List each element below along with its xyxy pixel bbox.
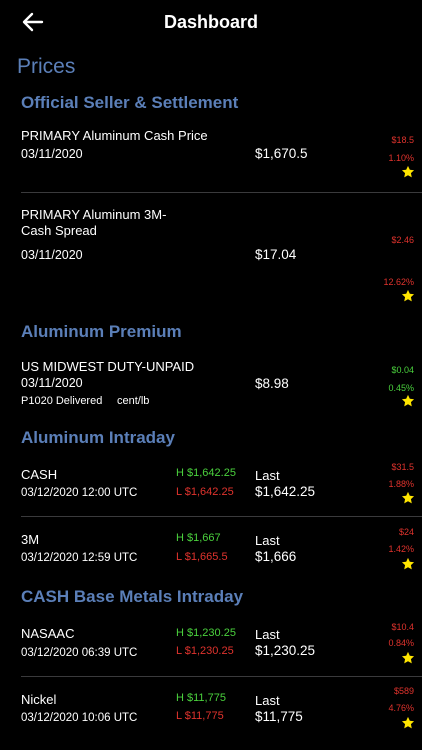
item-date: 03/11/2020 — [21, 376, 83, 390]
item-date: 03/12/2020 12:00 UTC — [21, 487, 138, 499]
last-price: $1,642.25 — [255, 484, 316, 499]
change-value: $31.5 — [391, 462, 414, 472]
price-row[interactable]: PRIMARY Aluminum Cash Price 03/11/2020 $… — [0, 125, 422, 191]
item-name-line2: Cash Spread — [21, 223, 97, 238]
change-percent: 4.76% — [388, 703, 414, 713]
change-value: $18.5 — [391, 135, 414, 145]
item-price: $8.98 — [255, 376, 289, 391]
divider — [21, 516, 422, 517]
last-price: $1,230.25 — [255, 643, 316, 658]
last-label: Last — [255, 627, 280, 642]
prices-heading: Prices — [17, 55, 76, 78]
divider — [21, 676, 422, 677]
change-value: $10.4 — [391, 622, 414, 632]
star-icon[interactable] — [401, 394, 415, 408]
change-percent: 12.62% — [383, 277, 414, 287]
price-row[interactable]: NASAAC 03/12/2020 06:39 UTC H $1,230.25 … — [0, 621, 422, 673]
item-date: 03/12/2020 12:59 UTC — [21, 552, 138, 564]
low-value: L $11,775 — [176, 710, 224, 722]
item-name-line1: PRIMARY Aluminum 3M- — [21, 207, 167, 222]
star-icon[interactable] — [401, 557, 415, 571]
section-base-metals-heading: CASH Base Metals Intraday — [21, 587, 244, 606]
star-icon[interactable] — [401, 716, 415, 730]
change-value: $589 — [393, 686, 414, 696]
high-value: H $1,667 — [176, 532, 221, 544]
unit-label: cent/lb — [117, 395, 150, 407]
last-price: $11,775 — [255, 709, 303, 724]
change-value: $0.04 — [391, 365, 414, 375]
item-date: 03/12/2020 10:06 UTC — [21, 712, 138, 724]
delivery-label: P1020 Delivered — [21, 395, 103, 407]
last-price: $1,666 — [255, 549, 297, 564]
change-percent: 1.10% — [388, 153, 414, 163]
change-percent: 1.42% — [388, 544, 414, 554]
price-row[interactable]: PRIMARY Aluminum 3M- Cash Spread 03/11/2… — [0, 205, 422, 305]
star-icon[interactable] — [401, 651, 415, 665]
item-price: $1,670.5 — [255, 146, 308, 161]
low-value: L $1,642.25 — [176, 486, 234, 498]
last-label: Last — [255, 693, 280, 708]
low-value: L $1,665.5 — [176, 551, 228, 563]
divider — [21, 192, 422, 193]
item-name: NASAAC — [21, 626, 75, 641]
item-name: Nickel — [21, 692, 57, 707]
price-row[interactable]: CASH 03/12/2020 12:00 UTC H $1,642.25 L … — [0, 462, 422, 514]
star-icon[interactable] — [401, 491, 415, 505]
item-name: 3M — [21, 532, 40, 547]
item-price: $17.04 — [255, 247, 297, 262]
change-value: $2.46 — [391, 235, 414, 245]
change-percent: 0.45% — [388, 383, 414, 393]
page-title: Dashboard — [163, 12, 259, 32]
star-icon[interactable] — [401, 289, 415, 303]
change-value: $24 — [398, 527, 414, 537]
section-premium-heading: Aluminum Premium — [21, 322, 182, 341]
high-value: H $1,230.25 — [176, 627, 236, 639]
last-label: Last — [255, 468, 280, 483]
price-row[interactable]: US MIDWEST DUTY-UNPAID 03/11/2020 $8.98 … — [0, 357, 422, 413]
high-value: H $1,642.25 — [176, 467, 236, 479]
section-intraday-heading: Aluminum Intraday — [21, 428, 175, 447]
change-percent: 1.88% — [388, 479, 414, 489]
item-date: 03/12/2020 06:39 UTC — [21, 647, 138, 659]
price-row[interactable]: Nickel 03/12/2020 10:06 UTC H $11,775 L … — [0, 686, 422, 738]
item-date: 03/11/2020 — [21, 147, 83, 161]
high-value: H $11,775 — [176, 692, 226, 704]
item-name: US MIDWEST DUTY-UNPAID — [21, 359, 195, 374]
star-icon[interactable] — [401, 165, 415, 179]
item-name: PRIMARY Aluminum Cash Price — [21, 128, 208, 143]
last-label: Last — [255, 533, 280, 548]
app-header: Dashboard — [0, 0, 422, 44]
section-official-heading: Official Seller & Settlement — [21, 93, 239, 112]
price-row[interactable]: 3M 03/12/2020 12:59 UTC H $1,667 L $1,66… — [0, 526, 422, 578]
change-percent: 0.84% — [388, 638, 414, 648]
item-name: CASH — [21, 467, 58, 482]
low-value: L $1,230.25 — [176, 645, 234, 657]
item-date: 03/11/2020 — [21, 248, 83, 262]
